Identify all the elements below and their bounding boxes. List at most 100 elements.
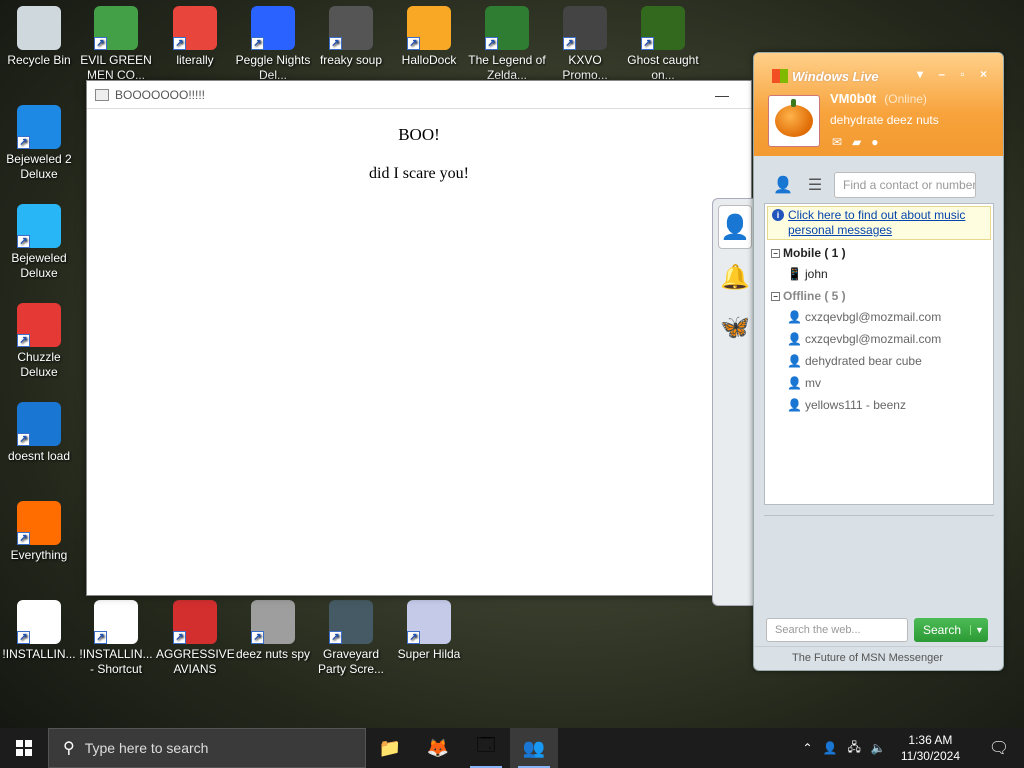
messenger-icon[interactable]: 👥 <box>510 728 558 768</box>
start-button[interactable] <box>0 728 48 768</box>
firefox-icon[interactable]: 🦊 <box>414 728 462 768</box>
system-tray: ⌃ 👤 🖧 🔈 1:36 AM 11/30/2024 🗨 <box>797 728 1024 768</box>
search-button[interactable]: Search ▼ <box>914 618 988 642</box>
clock[interactable]: 1:36 AM 11/30/2024 <box>901 732 960 764</box>
collapse-icon[interactable]: − <box>771 248 780 258</box>
desktop-icon[interactable]: ↗ AGGRESSIVE AVIANS <box>156 600 234 677</box>
add-contact-button[interactable]: 👤 <box>770 174 796 196</box>
window-controls[interactable]: ▾ – ▫ × <box>917 67 993 81</box>
shortcut-arrow-icon: ↗ <box>94 37 107 50</box>
file-explorer-icon[interactable]: 📁 <box>366 728 414 768</box>
info-icon: i <box>772 209 784 221</box>
contact-name: yellows111 - beenz <box>805 398 906 412</box>
collapse-icon[interactable]: − <box>771 291 780 301</box>
desktop-icon[interactable]: ↗ deez nuts spy <box>234 600 312 662</box>
desktop-icon[interactable]: ↗ Super Hilda <box>390 600 468 662</box>
desktop-icon-label: HalloDock <box>401 53 457 67</box>
network-icon[interactable]: 🖧 <box>847 738 860 759</box>
messenger-window[interactable]: Windows Live ▾ – ▫ × VM0b0t (Online) dehy… <box>753 52 1004 671</box>
shortcut-arrow-icon: ↗ <box>17 136 30 149</box>
desktop-icon[interactable]: ↗ The Legend of Zelda... <box>468 6 546 83</box>
desktop-icon-label: Peggle Nights Del... <box>235 53 311 82</box>
green-men-icon: ↗ <box>94 6 138 50</box>
tab-mystuff[interactable]: 🦋 <box>718 305 752 349</box>
taskbar-search[interactable]: ⚲ Type here to search <box>48 728 366 768</box>
boo-window[interactable]: BOOOOOOO!!!!! — BOO! did I scare you! <box>86 80 752 596</box>
header-icons: ✉▰● <box>832 135 889 149</box>
desktop-icon[interactable]: ↗ Bejeweled Deluxe <box>0 204 78 281</box>
desktop-icon[interactable]: ↗ literally <box>156 6 234 68</box>
contact-item[interactable]: 👤 mv <box>765 372 993 394</box>
contact-group-header[interactable]: − Mobile ( 1 ) <box>765 242 993 263</box>
windows-live-logo-icon <box>772 69 788 83</box>
folder-icon[interactable]: ▰ <box>852 135 871 149</box>
list-options-button[interactable]: ☰ <box>802 174 828 196</box>
desktop-icon[interactable]: ↗ Everything <box>0 501 78 563</box>
shortcut-arrow-icon: ↗ <box>641 37 654 50</box>
tab-alerts[interactable]: 🔔 <box>718 255 752 299</box>
mail-icon[interactable]: ✉ <box>832 135 852 149</box>
shortcut-arrow-icon: ↗ <box>173 37 186 50</box>
desktop-icon[interactable]: ↗ Ghost caught on... <box>624 6 702 83</box>
avatar[interactable] <box>768 95 820 147</box>
offline-status-icon: 👤 <box>787 375 802 390</box>
volume-icon[interactable]: 🔈 <box>871 741 886 755</box>
search-icon: ⚲ <box>63 740 75 757</box>
contact-name: mv <box>805 376 821 390</box>
boo-window-content: BOO! did I scare you! <box>87 125 751 183</box>
desktop-icon[interactable]: ↗ !INSTALLIN... - Shortcut <box>77 600 155 677</box>
globe-icon[interactable]: ● <box>871 135 888 149</box>
mobile-status-icon: 📱 <box>787 266 802 281</box>
clock-date: 11/30/2024 <box>900 749 960 763</box>
shortcut-arrow-icon: ↗ <box>17 631 30 644</box>
contact-item[interactable]: 👤 dehydrated bear cube <box>765 350 993 372</box>
messenger-footer: The Future of MSN Messenger <box>754 646 1003 670</box>
desktop-icon-label: literally <box>176 53 214 67</box>
desktop-icon[interactable]: ↗ EVIL GREEN MEN CO... <box>77 6 155 83</box>
personal-message[interactable]: dehydrate deez nuts <box>830 113 939 127</box>
desktop-icon-label: Super Hilda <box>397 647 461 661</box>
desktop-icon[interactable]: ↗ Graveyard Party Scre... <box>312 600 390 677</box>
tab-contacts[interactable]: 👤 <box>718 205 752 249</box>
desktop-icon-label: The Legend of Zelda... <box>468 53 546 82</box>
search-dropdown-icon[interactable]: ▼ <box>970 625 988 635</box>
contact-item[interactable]: 📱 john <box>765 263 993 285</box>
shortcut-arrow-icon: ↗ <box>329 631 342 644</box>
show-hidden-icons[interactable]: ⌃ <box>802 741 812 755</box>
desktop-icon[interactable]: ↗ doesnt load <box>0 402 78 464</box>
desktop-icon[interactable]: ↗ Peggle Nights Del... <box>234 6 312 83</box>
window-app-icon[interactable]: 🗔 <box>462 728 510 768</box>
contact-item[interactable]: 👤 cxzqevbgl@mozmail.com <box>765 306 993 328</box>
desktop-icon-label: !INSTALLIN... <box>2 647 76 661</box>
desktop-icon[interactable]: ↗ freaky soup <box>312 6 390 68</box>
notification-icon[interactable]: 🗨 <box>979 738 1019 758</box>
peggle-icon: ↗ <box>251 6 295 50</box>
desktop-icon[interactable]: Recycle Bin <box>0 6 78 68</box>
shortcut-arrow-icon: ↗ <box>407 631 420 644</box>
status-label[interactable]: (Online) <box>884 92 927 106</box>
desktop-icon-label: freaky soup <box>319 53 383 67</box>
find-contact-input[interactable]: Find a contact or number... <box>834 172 976 198</box>
boo-heading: BOO! <box>398 125 440 144</box>
contact-item[interactable]: 👤 cxzqevbgl@mozmail.com <box>765 328 993 350</box>
shortcut-arrow-icon: ↗ <box>407 37 420 50</box>
messenger-tray-icon[interactable]: 👤 <box>823 741 838 755</box>
desktop-icon[interactable]: ↗ KXVO Promo... <box>546 6 624 83</box>
contact-list: i Click here to find out about music per… <box>764 203 994 505</box>
contact-item[interactable]: 👤 yellows111 - beenz <box>765 394 993 416</box>
contact-group-header[interactable]: − Offline ( 5 ) <box>765 285 993 306</box>
desktop-icon-label: Bejeweled 2 Deluxe <box>6 152 72 181</box>
desktop-icon[interactable]: ↗ Bejeweled 2 Deluxe <box>0 105 78 182</box>
boo-window-titlebar[interactable]: BOOOOOOO!!!!! — <box>87 81 751 109</box>
desktop-icon[interactable]: ↗ !INSTALLIN... <box>0 600 78 662</box>
app-window-icon <box>95 88 109 101</box>
desktop-icon-label: AGGRESSIVE AVIANS <box>156 647 234 676</box>
music-info-link[interactable]: i Click here to find out about music per… <box>767 206 991 240</box>
desktop-icon[interactable]: ↗ Chuzzle Deluxe <box>0 303 78 380</box>
minimize-button[interactable]: — <box>715 87 729 103</box>
diamond-icon: ↗ <box>17 204 61 248</box>
display-name[interactable]: VM0b0t (Online) <box>830 91 927 106</box>
web-search-input[interactable]: Search the web... <box>766 618 908 642</box>
desktop-icon[interactable]: ↗ HalloDock <box>390 6 468 68</box>
zelda-icon: ↗ <box>485 6 529 50</box>
